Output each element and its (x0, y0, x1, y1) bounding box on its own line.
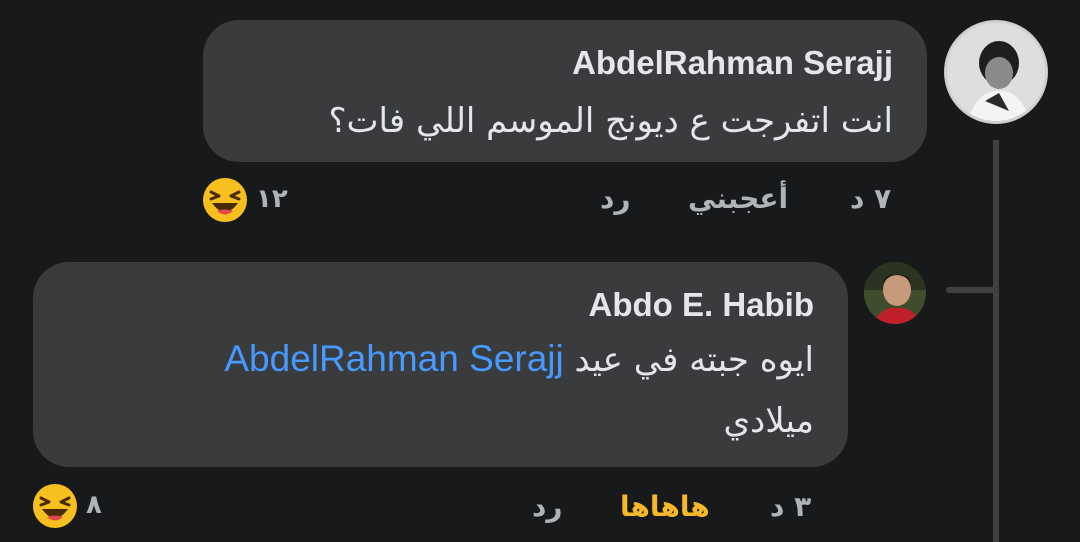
comment-text-line: ميلادي (723, 401, 814, 441)
haha-reaction-button[interactable]: هاهاها (620, 490, 710, 523)
avatar-photo (947, 23, 1045, 121)
like-button[interactable]: أعجبني (688, 182, 788, 215)
avatar[interactable] (944, 20, 1048, 124)
mention-link[interactable]: AbdelRahman Serajj (224, 338, 563, 379)
comment-text: ايوه جبته في عيد (574, 340, 814, 380)
thread-line (993, 140, 999, 542)
comment-bubble: AbdelRahman Serajj انت اتفرجت ع ديونج ال… (203, 20, 927, 162)
thread-branch-line (946, 287, 996, 293)
comment-text-line: ايوه جبته في عيد AbdelRahman Serajj (224, 330, 814, 389)
comment-text: انت اتفرجت ع ديونج الموسم اللي فات؟ (328, 101, 894, 141)
comment-author[interactable]: Abdo E. Habib (589, 286, 815, 324)
laughing-emoji-icon[interactable] (32, 483, 78, 529)
reaction-count[interactable]: ٨ (86, 490, 102, 520)
comment-timestamp[interactable]: ٣ د (770, 490, 811, 523)
laughing-emoji-icon[interactable] (202, 177, 248, 223)
avatar-photo (864, 262, 926, 324)
comment-timestamp[interactable]: ٧ د (850, 182, 891, 215)
avatar[interactable] (864, 262, 926, 324)
reaction-count[interactable]: ١٢ (256, 184, 288, 214)
reply-button[interactable]: رد (532, 490, 563, 523)
reply-button[interactable]: رد (600, 182, 631, 215)
comment-author[interactable]: AbdelRahman Serajj (572, 44, 893, 82)
comment-bubble: Abdo E. Habib ايوه جبته في عيد AbdelRahm… (33, 262, 848, 467)
